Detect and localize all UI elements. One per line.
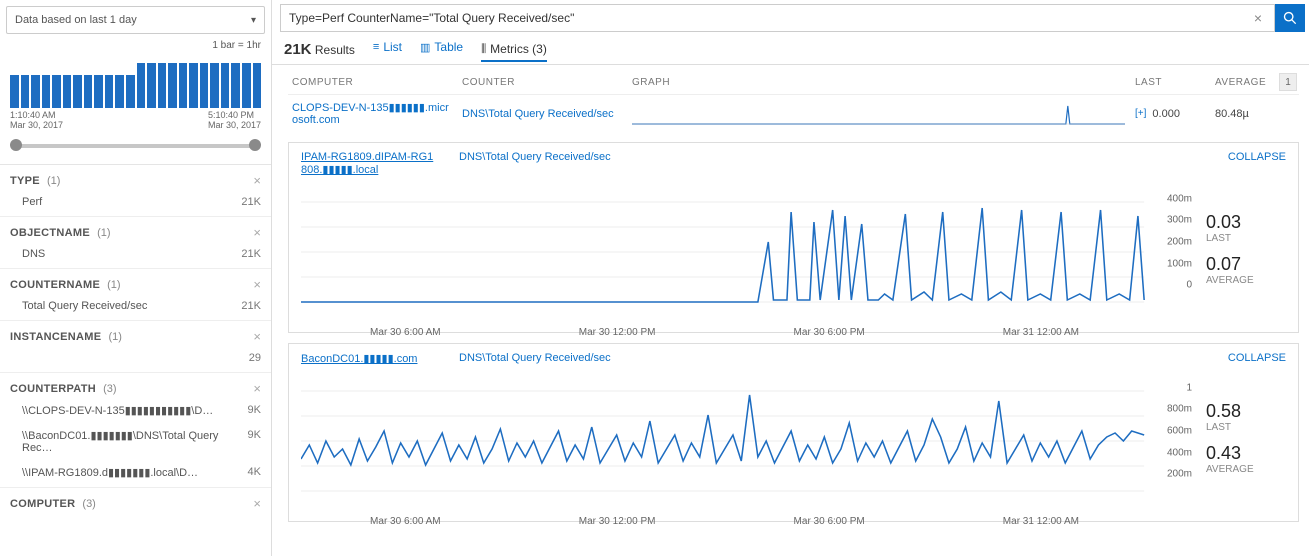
clear-search-icon[interactable]: × <box>1250 10 1266 26</box>
computer-link[interactable]: CLOPS-DEV-N-135▮▮▮▮▮▮.microsoft.com <box>292 101 452 126</box>
x-axis: Mar 30 6:00 AM Mar 30 12:00 PM Mar 30 6:… <box>301 325 1194 338</box>
search-input[interactable]: Type=Perf CounterName="Total Query Recei… <box>280 4 1275 32</box>
view-table-button[interactable]: ▥ Table <box>420 40 463 58</box>
metric-row: CLOPS-DEV-N-135▮▮▮▮▮▮.microsoft.com DNS\… <box>288 94 1299 132</box>
view-metrics-button[interactable]: ⫼ Metrics (3) <box>481 42 547 62</box>
activity-histogram[interactable] <box>0 53 271 108</box>
close-icon[interactable]: × <box>253 329 261 344</box>
counter-link[interactable]: DNS\Total Query Received/sec <box>459 151 1208 163</box>
facet-head-instancename[interactable]: INSTANCENAME (1) × <box>0 320 271 348</box>
computer-link[interactable]: BaconDC01.▮▮▮▮▮.com <box>301 352 439 365</box>
facet-head-countername[interactable]: COUNTERNAME (1) × <box>0 268 271 296</box>
search-button[interactable] <box>1275 4 1305 32</box>
metric-chart[interactable]: 1 800m 600m 400m 200m Mar 30 6:00 AM Mar… <box>301 371 1194 511</box>
collapse-button[interactable]: COLLAPSE <box>1228 151 1286 163</box>
slider-handle-left[interactable] <box>10 139 22 151</box>
search-icon <box>1283 11 1297 25</box>
expand-button[interactable]: [+] <box>1135 108 1146 119</box>
close-icon[interactable]: × <box>253 225 261 240</box>
time-range-slider[interactable] <box>10 140 261 150</box>
list-icon: ≡ <box>373 41 379 53</box>
bar-unit-label: 1 bar = 1hr <box>0 40 271 53</box>
counter-link[interactable]: DNS\Total Query Received/sec <box>459 352 1208 364</box>
y-axis: 1 800m 600m 400m 200m <box>1148 371 1194 491</box>
close-icon[interactable]: × <box>253 496 261 511</box>
facet-row[interactable]: Total Query Received/sec 21K <box>0 296 271 320</box>
facet-row[interactable]: DNS 21K <box>0 244 271 268</box>
facet-head-objectname[interactable]: OBJECTNAME (1) × <box>0 216 271 244</box>
close-icon[interactable]: × <box>253 381 261 396</box>
slider-handle-right[interactable] <box>249 139 261 151</box>
metric-stats: 0.58 LAST 0.43 AVERAGE <box>1206 371 1286 511</box>
facet-head-type[interactable]: TYPE (1) × <box>0 165 271 192</box>
data-range-label: Data based on last 1 day <box>15 14 137 26</box>
y-axis: 400m 300m 200m 100m 0 <box>1148 182 1194 302</box>
close-icon[interactable]: × <box>253 277 261 292</box>
sparkline <box>632 102 1125 126</box>
metric-chart[interactable]: 400m 300m 200m 100m 0 Mar 30 6:00 AM Mar… <box>301 182 1194 322</box>
average-value: 80.48µ <box>1215 108 1295 120</box>
metric-card: IPAM-RG1809.dIPAM-RG1808.▮▮▮▮▮.local DNS… <box>288 142 1299 333</box>
facet-head-computer[interactable]: COMPUTER (3) × <box>0 487 271 515</box>
metric-stats: 0.03 LAST 0.07 AVERAGE <box>1206 182 1286 322</box>
result-count: 21K Results <box>284 41 355 58</box>
table-icon: ▥ <box>420 41 430 54</box>
search-query-text: Type=Perf CounterName="Total Query Recei… <box>289 11 1250 25</box>
view-list-button[interactable]: ≡ List <box>373 40 402 58</box>
x-axis: Mar 30 6:00 AM Mar 30 12:00 PM Mar 30 6:… <box>301 514 1194 527</box>
col-counter: COUNTER <box>462 77 622 88</box>
data-range-dropdown[interactable]: Data based on last 1 day ▾ <box>6 6 265 34</box>
facet-row[interactable]: \\BaconDC01.▮▮▮▮▮▮▮\DNS\Total Query Rec…… <box>0 425 271 462</box>
col-computer: COMPUTER <box>292 77 452 88</box>
facet-head-counterpath[interactable]: COUNTERPATH (3) × <box>0 372 271 400</box>
computer-link[interactable]: IPAM-RG1809.dIPAM-RG1808.▮▮▮▮▮.local <box>301 151 439 176</box>
col-graph: GRAPH <box>632 77 1125 88</box>
facet-row[interactable]: \\IPAM-RG1809.d▮▮▮▮▮▮▮.local\D… 4K <box>0 462 271 487</box>
chevron-down-icon: ▾ <box>251 15 256 26</box>
facet-row[interactable]: 29 <box>0 348 271 372</box>
close-icon[interactable]: × <box>253 173 261 188</box>
counter-link[interactable]: DNS\Total Query Received/sec <box>462 108 622 120</box>
last-value: 0.000 <box>1152 108 1180 120</box>
facet-row[interactable]: \\CLOPS-DEV-N-135▮▮▮▮▮▮▮▮▮▮▮\D… 9K <box>0 400 271 425</box>
metrics-icon: ⫼ <box>481 43 486 56</box>
collapse-button[interactable]: COLLAPSE <box>1228 352 1286 364</box>
col-last: LAST <box>1135 77 1205 88</box>
facet-row[interactable]: Perf 21K <box>0 192 271 216</box>
page-indicator[interactable]: 1 <box>1279 73 1297 91</box>
metric-card: BaconDC01.▮▮▮▮▮.com DNS\Total Query Rece… <box>288 343 1299 522</box>
histogram-axis: 1:10:40 AMMar 30, 2017 5:10:40 PMMar 30,… <box>0 108 271 130</box>
column-headers: COMPUTER COUNTER GRAPH LAST AVERAGE <box>288 73 1299 94</box>
